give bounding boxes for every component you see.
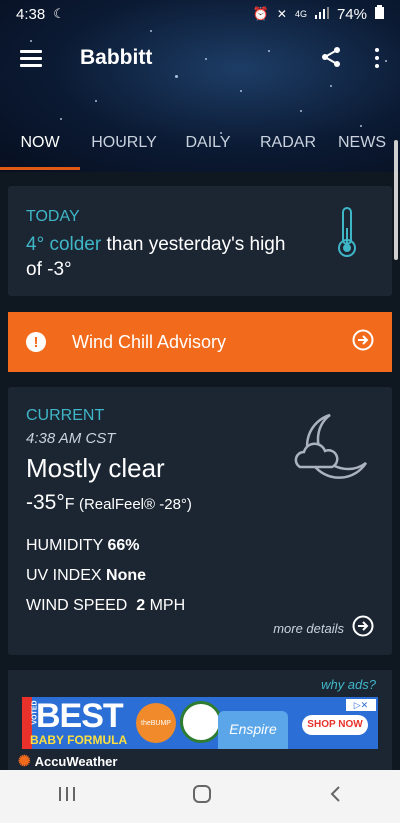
- alarm-icon: ⏰: [252, 6, 269, 21]
- location-title[interactable]: Babbitt: [80, 46, 152, 70]
- current-conditions-card[interactable]: CURRENT 4:38 AM CST Mostly clear -35°F (…: [8, 387, 392, 655]
- tab-radar[interactable]: RADAR: [248, 120, 328, 170]
- why-ads-link[interactable]: why ads?: [321, 677, 376, 692]
- arrow-right-circle-icon: [352, 615, 374, 642]
- arrow-right-icon: [352, 329, 374, 356]
- uv-index-label: UV INDEX: [26, 567, 102, 584]
- tab-hourly[interactable]: HOURLY: [80, 120, 168, 170]
- ad-best-text: BEST: [36, 697, 124, 735]
- temperature-unit: F: [64, 496, 75, 513]
- ad-banner[interactable]: VOTED BEST BABY FORMULA theBUMP Enspire …: [22, 697, 378, 749]
- more-details-label: more details: [273, 621, 344, 636]
- accuweather-logo-text: AccuWeather: [34, 753, 118, 769]
- wind-speed-value: 2: [136, 597, 146, 614]
- ad-choices-icon[interactable]: ▷✕: [346, 699, 376, 711]
- uv-index-row: UV INDEX None: [26, 567, 185, 585]
- today-text-line2: of -3°: [26, 259, 72, 280]
- realfeel-temperature: (RealFeel® -28°): [78, 496, 192, 513]
- thermometer-icon: [336, 206, 358, 263]
- status-bar: 4:38 ☾ ⏰ ✕ 4G 74%: [0, 0, 400, 28]
- menu-icon[interactable]: [20, 50, 42, 67]
- wind-speed-label: WIND SPEED: [26, 597, 128, 614]
- ad-baby-formula-text: BABY FORMULA: [30, 733, 128, 747]
- battery-icon: [375, 5, 384, 23]
- advisory-label: Wind Chill Advisory: [72, 331, 227, 352]
- ad-bump-badge: theBUMP: [136, 703, 176, 743]
- network-label: 4G: [294, 9, 307, 19]
- today-comparison: 4° colder than yesterday's high of -3°: [26, 232, 326, 282]
- partly-cloudy-night-icon: [290, 411, 370, 492]
- humidity-label: HUMIDITY: [26, 537, 104, 554]
- overflow-menu-icon[interactable]: [374, 48, 380, 68]
- today-highlight: 4° colder: [26, 234, 102, 255]
- current-heading: CURRENT: [26, 407, 105, 424]
- details-list: HUMIDITY 66% UV INDEX None WIND SPEED 2 …: [26, 537, 185, 627]
- battery-level: 74%: [336, 5, 367, 23]
- app-bar: Babbitt: [0, 34, 400, 82]
- ad-shop-now-button[interactable]: SHOP NOW: [302, 715, 368, 735]
- today-card[interactable]: TODAY 4° colder than yesterday's high of…: [8, 186, 392, 296]
- observation-time: 4:38 AM CST: [26, 430, 116, 447]
- wind-speed-unit: MPH: [149, 597, 186, 614]
- humidity-row: HUMIDITY 66%: [26, 537, 185, 555]
- ad-award-seal-icon: [180, 701, 222, 743]
- today-text-line1: than yesterday's high: [101, 234, 286, 255]
- current-temperature: -35°: [26, 491, 65, 514]
- night-mode-icon: ☾: [53, 6, 65, 21]
- tab-now[interactable]: NOW: [0, 120, 80, 170]
- accuweather-logo: ✺ AccuWeather: [18, 752, 117, 770]
- mute-icon: ✕: [276, 7, 287, 21]
- back-icon[interactable]: [328, 785, 342, 808]
- wind-speed-row: WIND SPEED 2 MPH: [26, 597, 185, 615]
- signal-icon: [314, 6, 329, 23]
- share-icon[interactable]: [320, 46, 342, 73]
- more-details-link[interactable]: more details: [273, 615, 374, 642]
- alert-icon: !: [26, 332, 46, 352]
- tab-news[interactable]: NEWS: [328, 120, 400, 170]
- temperature-row: -35°F (RealFeel® -28°): [26, 491, 192, 515]
- condition-text: Mostly clear: [26, 453, 165, 483]
- humidity-value: 66%: [107, 537, 140, 554]
- system-navigation-bar: [0, 770, 400, 823]
- status-time: 4:38: [16, 5, 46, 23]
- ad-product-image: Enspire: [218, 711, 288, 749]
- home-icon[interactable]: [192, 784, 212, 809]
- recent-apps-icon[interactable]: [58, 786, 76, 807]
- uv-index-value: None: [106, 567, 147, 584]
- today-heading: TODAY: [26, 208, 80, 225]
- tab-bar: NOW HOURLY DAILY RADAR NEWS: [0, 120, 400, 170]
- sun-logo-icon: ✺: [18, 753, 31, 770]
- tab-daily[interactable]: DAILY: [168, 120, 248, 170]
- wind-chill-advisory-banner[interactable]: ! Wind Chill Advisory: [8, 312, 392, 372]
